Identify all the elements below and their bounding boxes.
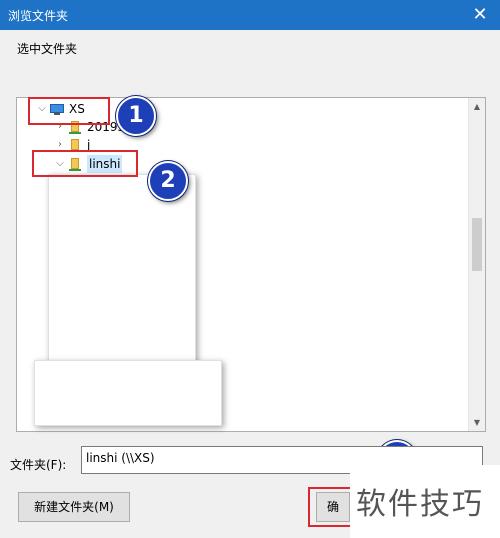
watermark: 软件技巧	[350, 465, 500, 538]
scroll-down-icon[interactable]: ▼	[469, 414, 485, 431]
highlight-box-step1	[28, 97, 110, 125]
overlay-panel	[34, 360, 222, 426]
overlay-panel	[48, 174, 196, 364]
close-icon[interactable]: ✕	[460, 0, 500, 30]
watermark-text: 软件技巧	[356, 487, 484, 522]
folder-field-label: 文件夹(F):	[10, 458, 67, 472]
vertical-scrollbar[interactable]: ▲ ▼	[468, 98, 485, 431]
title-bar: 浏览文件夹 ✕	[0, 0, 500, 30]
window-title: 浏览文件夹	[8, 9, 69, 23]
ok-button[interactable]: 确	[316, 492, 350, 522]
scroll-up-icon[interactable]: ▲	[469, 98, 485, 115]
step-badge-1: 1	[116, 96, 156, 136]
step-badge-2: 2	[148, 161, 188, 201]
highlight-box-step2	[32, 150, 138, 177]
new-folder-button[interactable]: 新建文件夹(M)	[18, 492, 130, 522]
instruction-text: 选中文件夹	[17, 42, 78, 56]
scroll-thumb[interactable]	[472, 218, 482, 271]
